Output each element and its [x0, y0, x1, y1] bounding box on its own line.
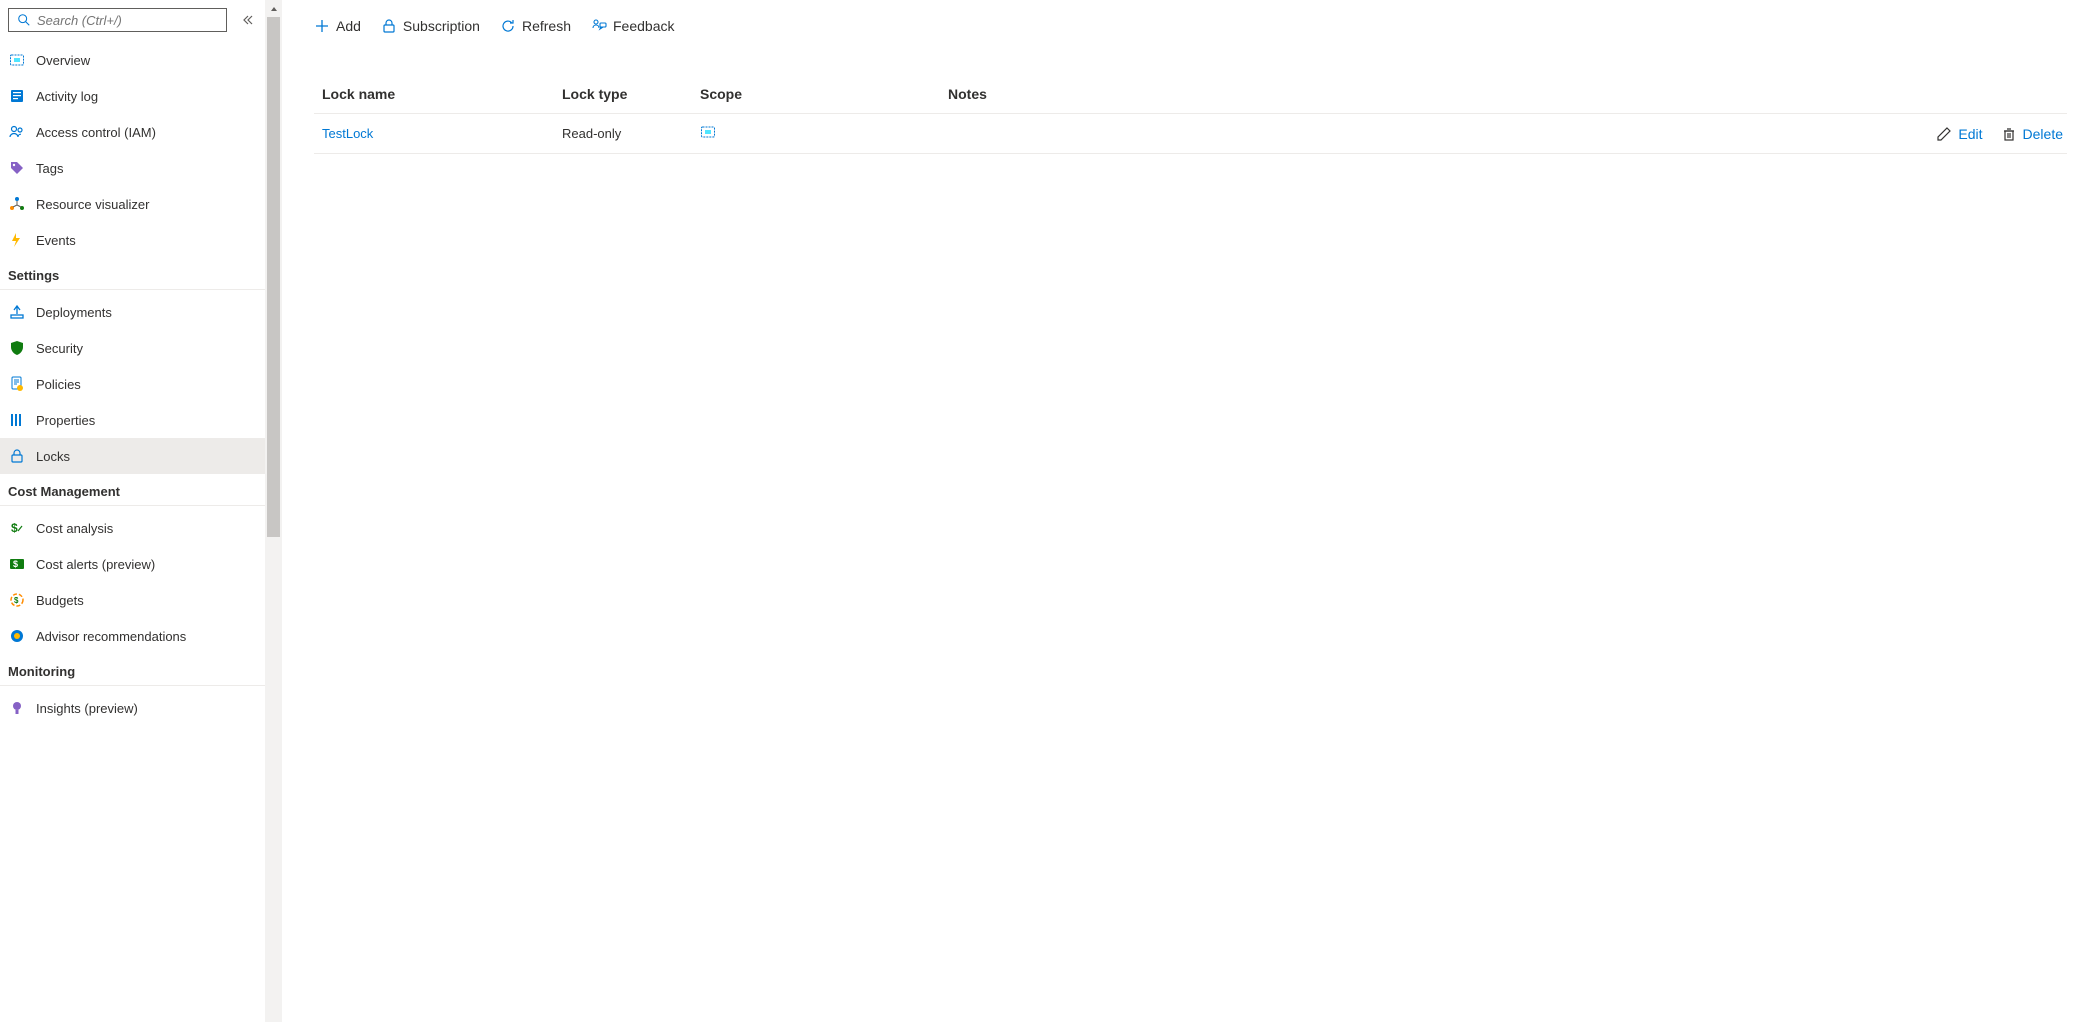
sidebar-item-label: Budgets — [36, 593, 84, 608]
sidebar-item-label: Cost analysis — [36, 521, 113, 536]
table-row: TestLock Read-only Edit — [314, 114, 2067, 154]
insights-icon — [8, 699, 26, 717]
sidebar-item-label: Access control (IAM) — [36, 125, 156, 140]
properties-icon — [8, 411, 26, 429]
column-header-notes[interactable]: Notes — [948, 86, 2063, 102]
sidebar-item-label: Locks — [36, 449, 70, 464]
resource-group-icon — [8, 51, 26, 69]
sidebar-item-deployments[interactable]: Deployments — [0, 294, 265, 330]
feedback-icon — [591, 18, 607, 34]
policies-icon — [8, 375, 26, 393]
delete-label: Delete — [2023, 126, 2063, 142]
sidebar-item-label: Policies — [36, 377, 81, 392]
sidebar-item-events[interactable]: Events — [0, 222, 265, 258]
sidebar-item-cost-alerts[interactable]: $ Cost alerts (preview) — [0, 546, 265, 582]
sidebar-search-box[interactable] — [8, 8, 227, 32]
sidebar: Overview Activity log Access control (IA… — [0, 0, 265, 1022]
sidebar-item-cost-analysis[interactable]: $ Cost analysis — [0, 510, 265, 546]
sidebar-item-insights[interactable]: Insights (preview) — [0, 690, 265, 726]
lock-icon — [8, 447, 26, 465]
plus-icon — [314, 18, 330, 34]
feedback-button[interactable]: Feedback — [591, 8, 674, 44]
cost-analysis-icon: $ — [8, 519, 26, 537]
scrollbar-thumb[interactable] — [267, 17, 280, 537]
sidebar-item-policies[interactable]: Policies — [0, 366, 265, 402]
add-button[interactable]: Add — [314, 8, 361, 44]
sidebar-item-label: Overview — [36, 53, 90, 68]
search-input[interactable] — [33, 13, 220, 28]
shield-icon — [8, 339, 26, 357]
lock-icon — [381, 18, 397, 34]
sidebar-section-settings: Settings — [0, 258, 265, 290]
budgets-icon: $ — [8, 591, 26, 609]
events-icon — [8, 231, 26, 249]
sidebar-item-properties[interactable]: Properties — [0, 402, 265, 438]
sidebar-item-resource-visualizer[interactable]: Resource visualizer — [0, 186, 265, 222]
column-header-type[interactable]: Lock type — [562, 86, 700, 102]
sidebar-item-label: Activity log — [36, 89, 98, 104]
toolbar-label: Feedback — [613, 18, 674, 34]
cost-alerts-icon: $ — [8, 555, 26, 573]
edit-icon — [1936, 126, 1952, 142]
scroll-up-arrow-icon[interactable] — [265, 0, 282, 17]
toolbar-label: Subscription — [403, 18, 480, 34]
table-header-row: Lock name Lock type Scope Notes — [314, 74, 2067, 114]
sidebar-item-overview[interactable]: Overview — [0, 42, 265, 78]
column-header-scope[interactable]: Scope — [700, 86, 948, 102]
subscription-button[interactable]: Subscription — [381, 8, 480, 44]
edit-button[interactable]: Edit — [1936, 126, 1982, 142]
sidebar-section-monitoring: Monitoring — [0, 654, 265, 686]
sidebar-item-budgets[interactable]: $ Budgets — [0, 582, 265, 618]
resource-group-icon — [700, 124, 716, 140]
sidebar-item-label: Insights (preview) — [36, 701, 138, 716]
locks-table: Lock name Lock type Scope Notes TestLock… — [314, 74, 2067, 154]
toolbar-label: Add — [336, 18, 361, 34]
sidebar-item-label: Tags — [36, 161, 63, 176]
sidebar-item-activity-log[interactable]: Activity log — [0, 78, 265, 114]
lock-type-value: Read-only — [562, 126, 700, 141]
activity-log-icon — [8, 87, 26, 105]
sidebar-item-security[interactable]: Security — [0, 330, 265, 366]
svg-text:$: $ — [13, 559, 18, 569]
toolbar: Add Subscription Refresh Feedback — [314, 8, 2067, 44]
collapse-sidebar-button[interactable] — [239, 11, 257, 29]
delete-button[interactable]: Delete — [2001, 126, 2063, 142]
sidebar-item-label: Events — [36, 233, 76, 248]
deployments-icon — [8, 303, 26, 321]
sidebar-scrollbar[interactable] — [265, 0, 282, 1022]
sidebar-item-label: Cost alerts (preview) — [36, 557, 155, 572]
delete-icon — [2001, 126, 2017, 142]
column-header-name[interactable]: Lock name — [314, 86, 562, 102]
refresh-icon — [500, 18, 516, 34]
sidebar-item-label: Resource visualizer — [36, 197, 149, 212]
sidebar-item-label: Security — [36, 341, 83, 356]
visualizer-icon — [8, 195, 26, 213]
sidebar-item-tags[interactable]: Tags — [0, 150, 265, 186]
search-icon — [15, 11, 33, 29]
edit-label: Edit — [1958, 126, 1982, 142]
sidebar-item-locks[interactable]: Locks — [0, 438, 265, 474]
toolbar-label: Refresh — [522, 18, 571, 34]
tag-icon — [8, 159, 26, 177]
refresh-button[interactable]: Refresh — [500, 8, 571, 44]
sidebar-item-label: Deployments — [36, 305, 112, 320]
svg-text:$: $ — [11, 521, 18, 535]
sidebar-item-label: Advisor recommendations — [36, 629, 186, 644]
sidebar-item-access-control[interactable]: Access control (IAM) — [0, 114, 265, 150]
sidebar-item-label: Properties — [36, 413, 95, 428]
sidebar-item-advisor[interactable]: Advisor recommendations — [0, 618, 265, 654]
sidebar-section-cost: Cost Management — [0, 474, 265, 506]
main-content: Add Subscription Refresh Feedback Lock n… — [282, 0, 2091, 1022]
lock-name-link[interactable]: TestLock — [322, 126, 373, 141]
people-icon — [8, 123, 26, 141]
svg-text:$: $ — [14, 596, 19, 605]
advisor-icon — [8, 627, 26, 645]
